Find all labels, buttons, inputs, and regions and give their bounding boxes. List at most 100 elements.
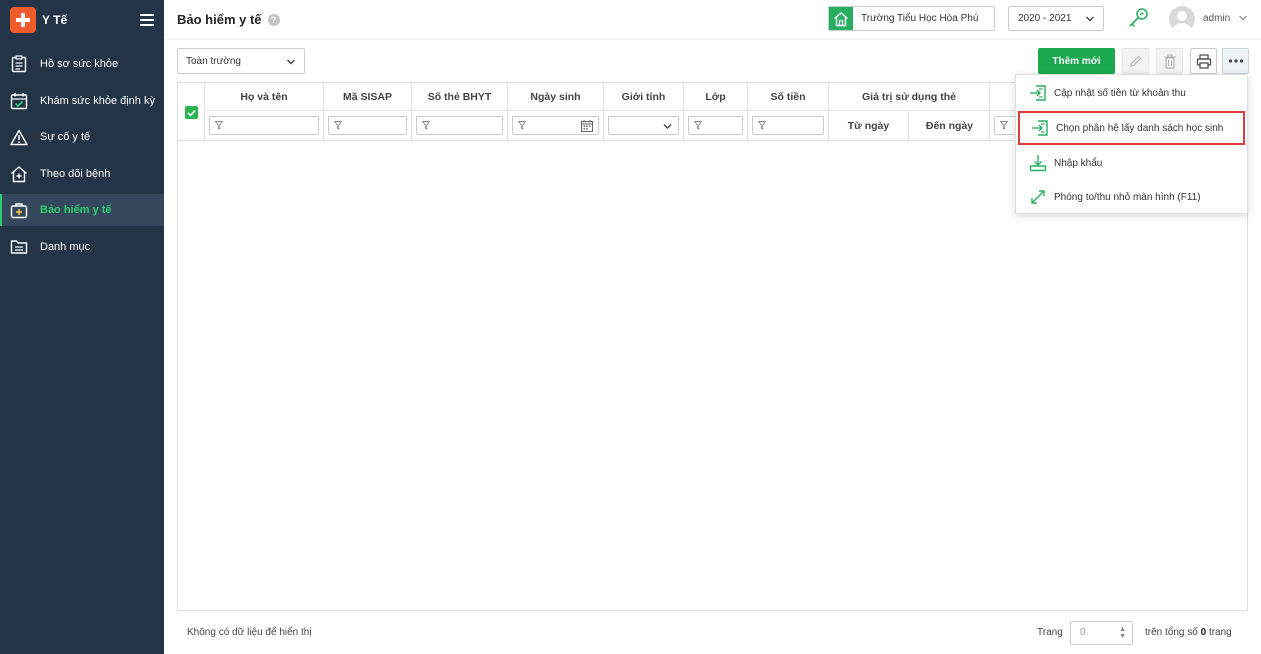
scope-value: Toàn trường <box>186 55 241 67</box>
help-icon[interactable]: ? <box>267 13 280 26</box>
school-year-value: 2020 - 2021 <box>1018 13 1072 24</box>
menu-item-choose-module[interactable]: Chọn phân hệ lấy danh sách học sinh <box>1018 111 1245 145</box>
sidebar-item-bao-hiem-y-te[interactable]: Bảo hiểm y tế <box>0 194 164 226</box>
page-label: Trang <box>1037 627 1063 638</box>
more-options-button[interactable] <box>1222 48 1249 74</box>
menu-item-label: Nhập khẩu <box>1054 157 1103 169</box>
edit-button[interactable] <box>1122 48 1149 74</box>
empty-message: Không có dữ liệu để hiển thị <box>187 627 312 638</box>
import-arrow-icon <box>1030 118 1050 138</box>
expand-icon <box>1028 187 1048 207</box>
download-icon <box>1028 153 1048 173</box>
column-header[interactable]: Số tiền <box>748 83 828 111</box>
column-group-gia-tri-su-dung-the: Giá trị sử dụng thẻ Từ ngày Đến ngày <box>829 83 990 141</box>
calendar-icon[interactable] <box>581 120 593 132</box>
printer-icon <box>1196 53 1211 69</box>
school-home-icon <box>829 7 853 30</box>
menu-item-label: Phóng to/thu nhỏ màn hình (F11) <box>1054 191 1201 203</box>
filter-icon <box>334 121 342 130</box>
school-year-select[interactable]: 2020 - 2021 <box>1008 6 1104 31</box>
chevron-down-icon[interactable] <box>1238 14 1248 22</box>
print-button[interactable] <box>1190 48 1217 74</box>
total-prefix: trên tổng số <box>1145 627 1198 638</box>
pencil-icon <box>1129 55 1141 67</box>
filter-input[interactable] <box>209 116 319 135</box>
sub-column-den-ngay[interactable]: Đến ngày <box>909 111 990 141</box>
filter-input[interactable] <box>688 116 743 135</box>
ellipsis-icon <box>1228 59 1243 63</box>
sub-column-tu-ngay[interactable]: Từ ngày <box>829 111 909 141</box>
sidebar-item-label: Danh mục <box>40 240 91 253</box>
spinner-arrows-icon[interactable]: ▲ ▼ <box>1119 626 1126 640</box>
medical-bag-icon <box>10 201 28 219</box>
sidebar-item-theo-doi-benh[interactable]: Theo dõi bệnh <box>0 158 164 190</box>
folder-list-icon <box>10 238 28 256</box>
warning-icon <box>10 128 28 146</box>
sidebar-item-label: Hồ sơ sức khỏe <box>40 58 119 70</box>
brand: Y Tế <box>0 0 164 40</box>
column-so-the-bhyt: Số thẻ BHYT <box>412 83 508 141</box>
home-plus-icon <box>10 165 28 183</box>
page-number-input[interactable]: 0 ▲ ▼ <box>1070 621 1133 645</box>
column-header[interactable]: Ngày sinh <box>508 83 603 111</box>
calendar-check-icon <box>10 92 28 110</box>
menu-item-label: Chọn phân hệ lấy danh sách học sinh <box>1056 122 1224 134</box>
delete-button[interactable] <box>1156 48 1183 74</box>
avatar[interactable] <box>1169 6 1195 32</box>
sidebar-item-label: Khám sức khỏe định kỳ <box>40 94 155 107</box>
menu-item-update-amount[interactable]: Cập nhật số tiền từ khoản thu <box>1016 76 1247 110</box>
sidebar-item-ho-so-suc-khoe[interactable]: Hồ sơ sức khỏe <box>0 48 164 80</box>
select-all-checkbox[interactable] <box>185 106 198 119</box>
chevron-down-icon <box>287 59 295 65</box>
total-pages-value: 0 <box>1200 627 1207 638</box>
sidebar: Y Tế Hồ sơ sức khỏe Khám sức khỏe định k… <box>0 0 164 654</box>
sidebar-item-label: Sự cố y tế <box>40 131 91 143</box>
column-header[interactable]: Mã SISAP <box>324 83 411 111</box>
column-ho-va-ten: Họ và tên <box>205 83 324 141</box>
filter-icon <box>518 121 526 130</box>
key-tool-icon[interactable] <box>1127 6 1151 30</box>
select-all-cell <box>178 83 205 141</box>
sidebar-item-su-co-y-te[interactable]: Sự cố y tế <box>0 121 164 153</box>
column-ma-sisap: Mã SISAP <box>324 83 412 141</box>
more-options-menu: Cập nhật số tiền từ khoản thu Chọn phân … <box>1015 74 1248 214</box>
trash-icon <box>1164 54 1175 69</box>
clipboard-icon <box>10 55 28 73</box>
menu-item-fullscreen[interactable]: Phóng to/thu nhỏ màn hình (F11) <box>1016 180 1247 214</box>
filter-input[interactable] <box>416 116 503 135</box>
column-header[interactable]: Họ và tên <box>205 83 323 111</box>
filter-icon <box>694 121 702 130</box>
scope-select[interactable]: Toàn trường <box>177 48 305 74</box>
total-suffix: trang <box>1208 627 1232 638</box>
import-arrow-icon <box>1028 83 1048 103</box>
gender-filter-select[interactable] <box>608 116 679 135</box>
column-header[interactable]: Số thẻ BHYT <box>412 83 507 111</box>
filter-icon <box>758 121 766 130</box>
filter-icon <box>422 121 430 130</box>
sidebar-item-kham-suc-khoe[interactable]: Khám sức khỏe định kỳ <box>0 85 164 117</box>
column-lop: Lớp <box>684 83 748 141</box>
column-header[interactable]: Giới tính <box>604 83 683 111</box>
date-filter-input[interactable] <box>512 116 599 135</box>
school-name: Trường Tiểu Học Hòa Phú <box>861 13 979 24</box>
chevron-down-icon <box>663 124 672 129</box>
sidebar-nav: Hồ sơ sức khỏe Khám sức khỏe định kỳ Sự … <box>0 48 164 263</box>
column-ngay-sinh: Ngày sinh <box>508 83 604 141</box>
filter-icon <box>1000 121 1008 130</box>
add-new-button[interactable]: Thêm mới <box>1038 48 1115 74</box>
column-header[interactable]: Lớp <box>684 83 747 111</box>
filter-icon <box>215 121 223 130</box>
user-name[interactable]: admin <box>1203 13 1230 24</box>
sidebar-item-label: Theo dõi bệnh <box>40 167 111 180</box>
menu-item-import[interactable]: Nhập khẩu <box>1016 146 1247 180</box>
menu-toggle-icon[interactable] <box>140 14 154 26</box>
filter-input[interactable] <box>328 116 407 135</box>
column-so-tien: Số tiền <box>748 83 829 141</box>
total-pages-label: trên tổng số 0 trang <box>1145 627 1232 638</box>
school-selector[interactable]: Trường Tiểu Học Hòa Phú <box>828 6 995 31</box>
sidebar-item-danh-muc[interactable]: Danh mục <box>0 231 164 263</box>
page-number-value: 0 <box>1080 627 1086 638</box>
menu-item-label: Cập nhật số tiền từ khoản thu <box>1054 87 1186 99</box>
page-title: Bảo hiểm y tế <box>177 12 262 27</box>
filter-input[interactable] <box>752 116 824 135</box>
